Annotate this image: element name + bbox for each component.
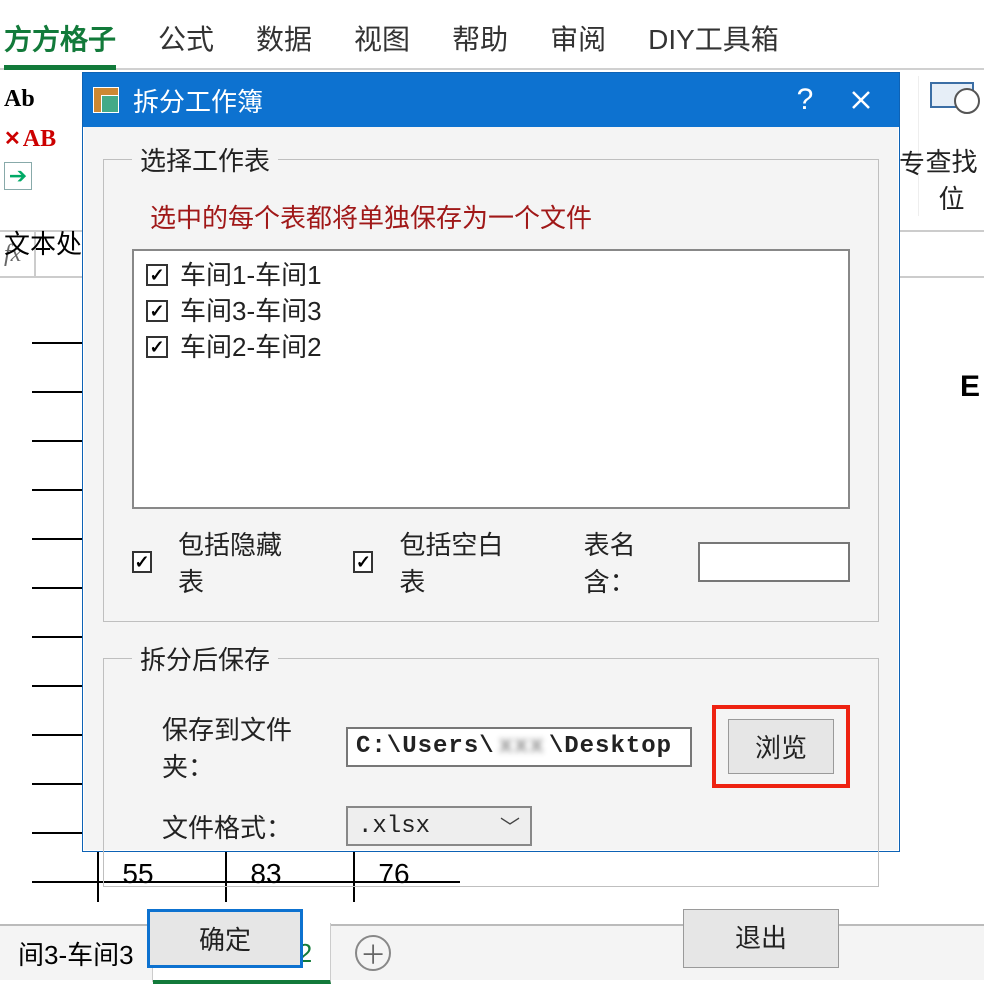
include-blank-label: 包括空白表 — [399, 525, 514, 599]
help-button[interactable]: ? — [777, 73, 833, 127]
format-select[interactable]: .xlsx ﹀ — [346, 806, 532, 846]
save-to-label: 保存到文件夹： — [162, 710, 332, 784]
sheet-item-2[interactable]: 车间3-车间3 — [146, 293, 836, 329]
ribbon-tab-fangfang[interactable]: 方方格子 — [4, 18, 116, 70]
ribbon-tab-formula[interactable]: 公式 — [158, 18, 214, 58]
checkbox-icon[interactable] — [146, 264, 168, 286]
dialog-titlebar[interactable]: 拆分工作簿 ? — [83, 73, 899, 127]
format-value: .xlsx — [358, 813, 430, 840]
ribbon-tab-review[interactable]: 审阅 — [550, 18, 606, 58]
include-blank-checkbox[interactable] — [353, 551, 373, 573]
select-sheets-legend: 选择工作表 — [132, 141, 278, 178]
chevron-down-icon: ﹀ — [500, 811, 520, 841]
close-button[interactable] — [833, 73, 889, 127]
ribbon-tab-view[interactable]: 视图 — [354, 18, 410, 58]
save-legend: 拆分后保存 — [132, 640, 278, 677]
name-contains-label: 表名含： — [584, 525, 676, 599]
sheet-item-1[interactable]: 车间1-车间1 — [146, 257, 836, 293]
dialog-title: 拆分工作簿 — [133, 82, 263, 119]
split-workbook-dialog: 拆分工作簿 ? 选择工作表 选中的每个表都将单独保存为一个文件 车间1-车间1 … — [82, 72, 900, 852]
arrow-right-icon[interactable]: ➔ — [4, 162, 32, 190]
include-hidden-label: 包括隐藏表 — [178, 525, 293, 599]
ok-button[interactable]: 确定 — [147, 909, 303, 968]
name-contains-input[interactable] — [698, 542, 850, 582]
find-label-1: 查找 — [925, 142, 977, 179]
browse-button[interactable]: 浏览 — [728, 719, 834, 774]
find-icon[interactable] — [930, 82, 974, 108]
find-group: 专 查找 位 — [918, 76, 984, 216]
sheet-item-label: 车间2-车间2 — [180, 329, 322, 365]
include-hidden-checkbox[interactable] — [132, 551, 152, 573]
sheet-item-label: 车间1-车间1 — [180, 257, 322, 293]
toolbar-group-label: 文本处 — [4, 224, 82, 261]
exit-button[interactable]: 退出 — [683, 909, 839, 968]
checkbox-icon[interactable] — [146, 300, 168, 322]
save-path-input[interactable]: C:\Users\xxx\Desktop — [346, 727, 692, 767]
ribbon-tab-help[interactable]: 帮助 — [452, 18, 508, 58]
ribbon-tab-diy[interactable]: DIY工具箱 — [648, 18, 779, 58]
find-label-2: 位 — [938, 179, 964, 216]
save-group: 拆分后保存 保存到文件夹： C:\Users\xxx\Desktop 浏览 文件… — [103, 640, 879, 887]
column-header-e: E — [960, 370, 980, 404]
text-style-icon[interactable]: Ab — [4, 82, 56, 116]
delete-format-icon[interactable]: ✕AB — [4, 122, 56, 156]
ribbon-tabs: 方方格子 公式 数据 视图 帮助 审阅 DIY工具箱 — [0, 0, 984, 70]
sheet-list[interactable]: 车间1-车间1 车间3-车间3 车间2-车间2 — [132, 249, 850, 509]
select-sheets-group: 选择工作表 选中的每个表都将单独保存为一个文件 车间1-车间1 车间3-车间3 … — [103, 141, 879, 622]
app-icon — [93, 87, 119, 113]
checkbox-icon[interactable] — [146, 336, 168, 358]
hint-text: 选中的每个表都将单独保存为一个文件 — [150, 198, 850, 235]
format-label: 文件格式： — [162, 808, 332, 845]
browse-highlight: 浏览 — [712, 705, 850, 788]
close-icon — [850, 89, 872, 111]
sheet-item-label: 车间3-车间3 — [180, 293, 322, 329]
sheet-item-3[interactable]: 车间2-车间2 — [146, 329, 836, 365]
ribbon-tab-data[interactable]: 数据 — [256, 18, 312, 58]
